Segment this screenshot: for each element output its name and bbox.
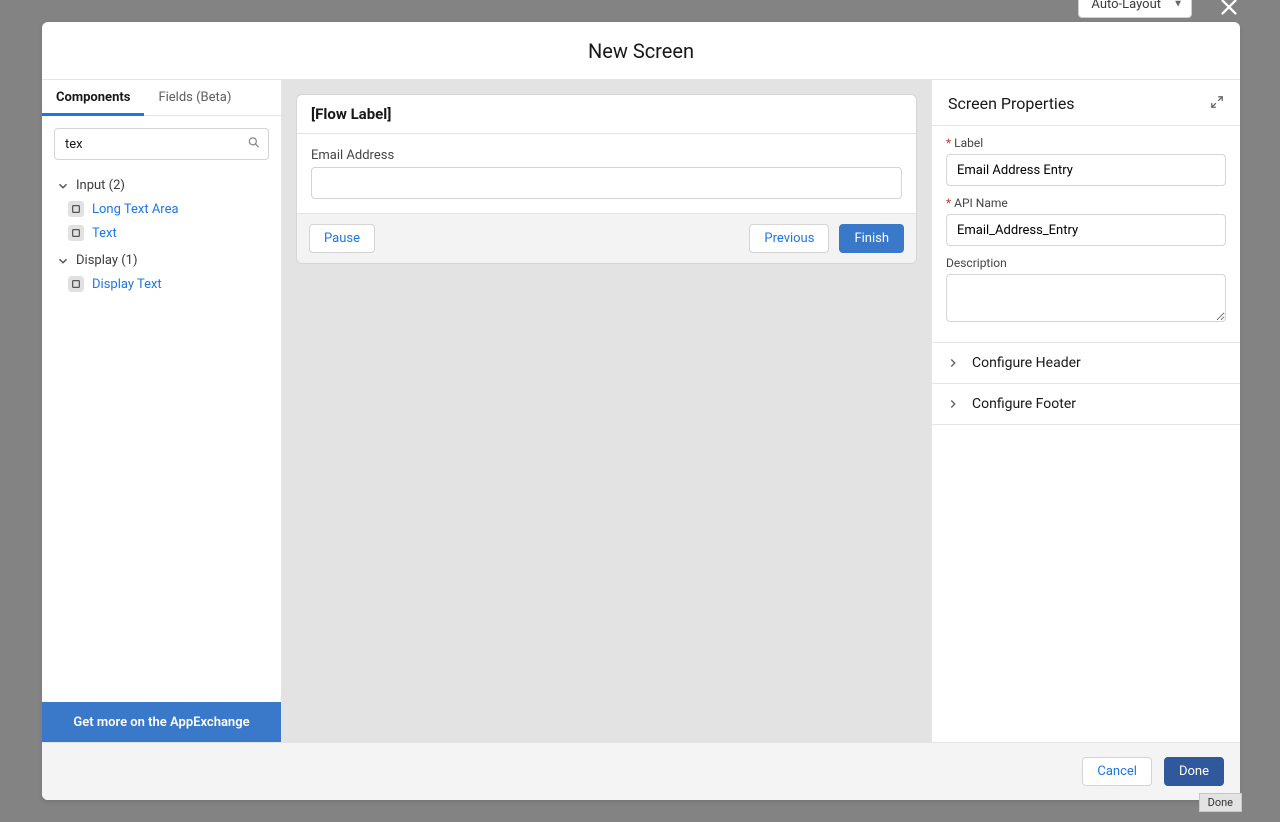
chevron-right-icon [946, 356, 960, 370]
accordion-label: Configure Header [972, 355, 1081, 371]
done-button[interactable]: Done [1164, 757, 1224, 786]
chevron-down-icon: ▼ [1173, 0, 1183, 10]
component-list: Input (2) Long Text Area Text [42, 166, 281, 702]
category-label: Display (1) [76, 253, 138, 268]
text-icon [68, 225, 84, 241]
category-label: Input (2) [76, 178, 125, 193]
configure-header-accordion[interactable]: Configure Header [932, 343, 1240, 383]
properties-title: Screen Properties [948, 94, 1075, 113]
tab-components[interactable]: Components [42, 80, 144, 115]
screen-properties-panel: Screen Properties * Label * API Name [932, 80, 1240, 742]
email-label: Email Address [311, 148, 902, 163]
done-tooltip: Done [1199, 793, 1242, 812]
description-field[interactable] [946, 274, 1226, 322]
email-field[interactable] [311, 167, 902, 199]
category-display-header[interactable]: Display (1) [50, 249, 273, 272]
description-field-label: Description [946, 256, 1226, 270]
component-label: Long Text Area [92, 202, 179, 217]
auto-layout-dropdown[interactable]: Auto-Layout ▼ [1078, 0, 1192, 18]
chevron-down-icon [56, 254, 70, 268]
chevron-right-icon [946, 397, 960, 411]
expand-icon[interactable] [1210, 94, 1224, 113]
label-field-label: * Label [946, 136, 1226, 150]
category-input: Input (2) Long Text Area Text [50, 174, 273, 245]
chevron-down-icon [56, 179, 70, 193]
close-icon[interactable] [1216, 0, 1242, 20]
finish-button[interactable]: Finish [839, 224, 904, 253]
api-name-field[interactable] [946, 214, 1226, 246]
text-area-icon [68, 201, 84, 217]
sidebar-tabs: Components Fields (Beta) [42, 80, 281, 116]
cancel-button[interactable]: Cancel [1082, 757, 1152, 786]
previous-button[interactable]: Previous [749, 224, 829, 253]
component-text[interactable]: Text [60, 221, 273, 245]
configure-footer-accordion[interactable]: Configure Footer [932, 384, 1240, 424]
screen-card-title: [Flow Label] [297, 95, 916, 134]
display-text-icon [68, 276, 84, 292]
component-label: Text [92, 226, 117, 241]
component-long-text-area[interactable]: Long Text Area [60, 197, 273, 221]
component-label: Display Text [92, 277, 162, 292]
modal-footer: Cancel Done [42, 742, 1240, 800]
label-field[interactable] [946, 154, 1226, 186]
search-icon[interactable] [247, 135, 261, 154]
api-name-field-label: * API Name [946, 196, 1226, 210]
screen-canvas[interactable]: [Flow Label] Email Address Pause Previou… [282, 80, 932, 742]
auto-layout-label: Auto-Layout [1091, 0, 1161, 12]
search-input[interactable] [54, 128, 269, 160]
modal-title: New Screen [42, 22, 1240, 80]
accordion-label: Configure Footer [972, 396, 1076, 412]
components-sidebar: Components Fields (Beta) In [42, 80, 282, 742]
category-display: Display (1) Display Text [50, 249, 273, 296]
pause-button[interactable]: Pause [309, 224, 375, 253]
category-input-header[interactable]: Input (2) [50, 174, 273, 197]
screen-card: [Flow Label] Email Address Pause Previou… [296, 94, 917, 264]
new-screen-modal: New Screen Components Fields (Beta) [42, 22, 1240, 800]
tab-fields-beta[interactable]: Fields (Beta) [144, 80, 245, 115]
component-display-text[interactable]: Display Text [60, 272, 273, 296]
appexchange-button[interactable]: Get more on the AppExchange [42, 702, 281, 742]
